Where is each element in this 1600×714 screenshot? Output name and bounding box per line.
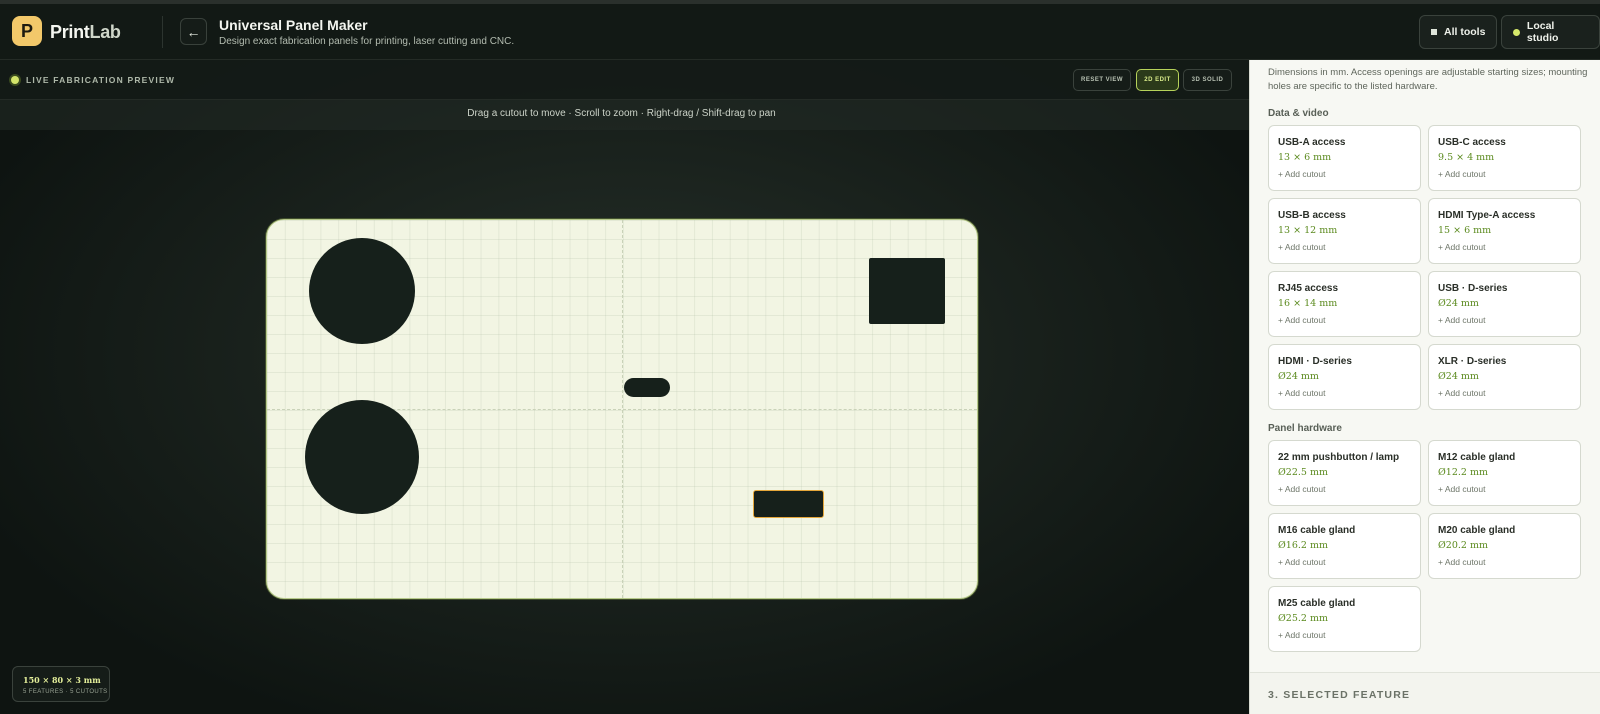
cutout-circle-bottom-left[interactable] xyxy=(305,400,419,514)
brand-name[interactable]: PrintLab xyxy=(50,22,121,43)
status-dot-icon xyxy=(1513,28,1520,36)
dimensions-note: Dimensions in mm. Access openings are ad… xyxy=(1268,67,1588,92)
interaction-hint: Drag a cutout to move · Scroll to zoom ·… xyxy=(467,108,776,119)
live-indicator-icon xyxy=(11,76,19,84)
arrow-left-icon: ← xyxy=(186,23,201,40)
card-name: HDMI · D-series xyxy=(1278,356,1352,367)
selected-feature-heading: 3. SELECTED FEATURE xyxy=(1268,689,1411,701)
card-pushbutton[interactable]: 22 mm pushbutton / lamp Ø22.5 mm + Add c… xyxy=(1268,440,1421,506)
card-name: USB-A access xyxy=(1278,137,1346,148)
card-usb-d-series[interactable]: USB · D-series Ø24 mm + Add cutout xyxy=(1428,271,1581,337)
logo-icon[interactable]: P xyxy=(12,16,42,46)
add-cutout-link[interactable]: + Add cutout xyxy=(1278,242,1326,252)
reset-view-button[interactable]: RESET VIEW xyxy=(1073,69,1131,91)
card-usb-b[interactable]: USB-B access 13 × 12 mm + Add cutout xyxy=(1268,198,1421,264)
add-cutout-link[interactable]: + Add cutout xyxy=(1278,630,1326,640)
card-size: 13 × 12 mm xyxy=(1278,225,1338,236)
data-video-heading: Data & video xyxy=(1268,108,1329,119)
add-cutout-link[interactable]: + Add cutout xyxy=(1438,388,1486,398)
fabrication-preview[interactable]: LIVE FABRICATION PREVIEW RESET VIEW 2D E… xyxy=(0,60,1249,714)
grid-square-icon xyxy=(1431,29,1437,35)
add-cutout-link[interactable]: + Add cutout xyxy=(1438,315,1486,325)
add-cutout-link[interactable]: + Add cutout xyxy=(1278,388,1326,398)
cutout-rect-selected[interactable] xyxy=(753,490,824,518)
feature-library-sidebar[interactable]: Dimensions in mm. Access openings are ad… xyxy=(1249,60,1600,714)
add-cutout-link[interactable]: + Add cutout xyxy=(1438,484,1486,494)
card-size: 16 × 14 mm xyxy=(1278,298,1338,309)
card-name: USB-B access xyxy=(1278,210,1346,221)
cutout-slot-center[interactable] xyxy=(624,378,670,397)
card-name: RJ45 access xyxy=(1278,283,1339,294)
card-size: 13 × 6 mm xyxy=(1278,152,1332,163)
feature-summary: 5 FEATURES · 5 CUTOUTS xyxy=(23,689,108,695)
add-cutout-link[interactable]: + Add cutout xyxy=(1438,242,1486,252)
card-name: USB · D-series xyxy=(1438,283,1508,294)
card-size: Ø24 mm xyxy=(1438,371,1479,382)
brand-lab: Lab xyxy=(89,22,121,42)
app-root: P PrintLab ← Universal Panel Maker Desig… xyxy=(0,0,1600,714)
card-size: Ø25.2 mm xyxy=(1278,613,1328,624)
live-preview-label: LIVE FABRICATION PREVIEW xyxy=(26,75,176,85)
card-usb-a[interactable]: USB-A access 13 × 6 mm + Add cutout xyxy=(1268,125,1421,191)
card-m20-gland[interactable]: M20 cable gland Ø20.2 mm + Add cutout xyxy=(1428,513,1581,579)
page-subtitle: Design exact fabrication panels for prin… xyxy=(219,36,515,47)
card-size: Ø24 mm xyxy=(1278,371,1319,382)
add-cutout-link[interactable]: + Add cutout xyxy=(1278,315,1326,325)
selected-feature-section[interactable]: 3. SELECTED FEATURE xyxy=(1250,672,1600,714)
panel-canvas[interactable] xyxy=(266,219,978,599)
card-name: XLR · D-series xyxy=(1438,356,1507,367)
card-size: Ø24 mm xyxy=(1438,298,1479,309)
panel-hardware-heading: Panel hardware xyxy=(1268,423,1342,434)
card-size: 15 × 6 mm xyxy=(1438,225,1492,236)
all-tools-label: All tools xyxy=(1444,26,1486,38)
app-header: P PrintLab ← Universal Panel Maker Desig… xyxy=(0,4,1600,60)
card-name: USB-C access xyxy=(1438,137,1506,148)
preview-toolbar: LIVE FABRICATION PREVIEW RESET VIEW 2D E… xyxy=(0,60,1249,100)
card-name: M25 cable gland xyxy=(1278,598,1356,609)
cutout-square-top-right[interactable] xyxy=(869,258,945,324)
card-name: 22 mm pushbutton / lamp xyxy=(1278,452,1400,463)
card-xlr-d-series[interactable]: XLR · D-series Ø24 mm + Add cutout xyxy=(1428,344,1581,410)
3d-solid-button[interactable]: 3D SOLID xyxy=(1183,69,1232,91)
add-cutout-link[interactable]: + Add cutout xyxy=(1278,557,1326,567)
card-usb-c[interactable]: USB-C access 9.5 × 4 mm + Add cutout xyxy=(1428,125,1581,191)
card-hdmi-a[interactable]: HDMI Type-A access 15 × 6 mm + Add cutou… xyxy=(1428,198,1581,264)
card-size: Ø12.2 mm xyxy=(1438,467,1488,478)
panel-dimensions: 150 × 80 × 3 mm xyxy=(23,675,101,685)
dimensions-readout: 150 × 80 × 3 mm 5 FEATURES · 5 CUTOUTS xyxy=(12,666,110,702)
card-size: Ø16.2 mm xyxy=(1278,540,1328,551)
add-cutout-link[interactable]: + Add cutout xyxy=(1278,169,1326,179)
cutout-circle-top-left[interactable] xyxy=(309,238,415,344)
card-name: M20 cable gland xyxy=(1438,525,1516,536)
page-title: Universal Panel Maker xyxy=(219,17,368,33)
card-m16-gland[interactable]: M16 cable gland Ø16.2 mm + Add cutout xyxy=(1268,513,1421,579)
card-name: HDMI Type-A access xyxy=(1438,210,1536,221)
card-m25-gland[interactable]: M25 cable gland Ø25.2 mm + Add cutout xyxy=(1268,586,1421,652)
add-cutout-link[interactable]: + Add cutout xyxy=(1438,557,1486,567)
all-tools-button[interactable]: All tools xyxy=(1419,15,1498,49)
2d-edit-button[interactable]: 2D EDIT xyxy=(1136,69,1179,91)
card-size: Ø22.5 mm xyxy=(1278,467,1328,478)
local-studio-label: Local studio xyxy=(1526,20,1559,44)
local-studio-button[interactable]: Local studio xyxy=(1501,15,1600,49)
header-divider xyxy=(162,16,163,48)
card-size: 9.5 × 4 mm xyxy=(1438,152,1495,163)
back-button[interactable]: ← xyxy=(180,18,207,45)
card-name: M16 cable gland xyxy=(1278,525,1356,536)
brand-print: Print xyxy=(50,22,90,42)
card-hdmi-d-series[interactable]: HDMI · D-series Ø24 mm + Add cutout xyxy=(1268,344,1421,410)
add-cutout-link[interactable]: + Add cutout xyxy=(1438,169,1486,179)
card-m12-gland[interactable]: M12 cable gland Ø12.2 mm + Add cutout xyxy=(1428,440,1581,506)
card-rj45[interactable]: RJ45 access 16 × 14 mm + Add cutout xyxy=(1268,271,1421,337)
add-cutout-link[interactable]: + Add cutout xyxy=(1278,484,1326,494)
card-name: M12 cable gland xyxy=(1438,452,1516,463)
card-size: Ø20.2 mm xyxy=(1438,540,1488,551)
